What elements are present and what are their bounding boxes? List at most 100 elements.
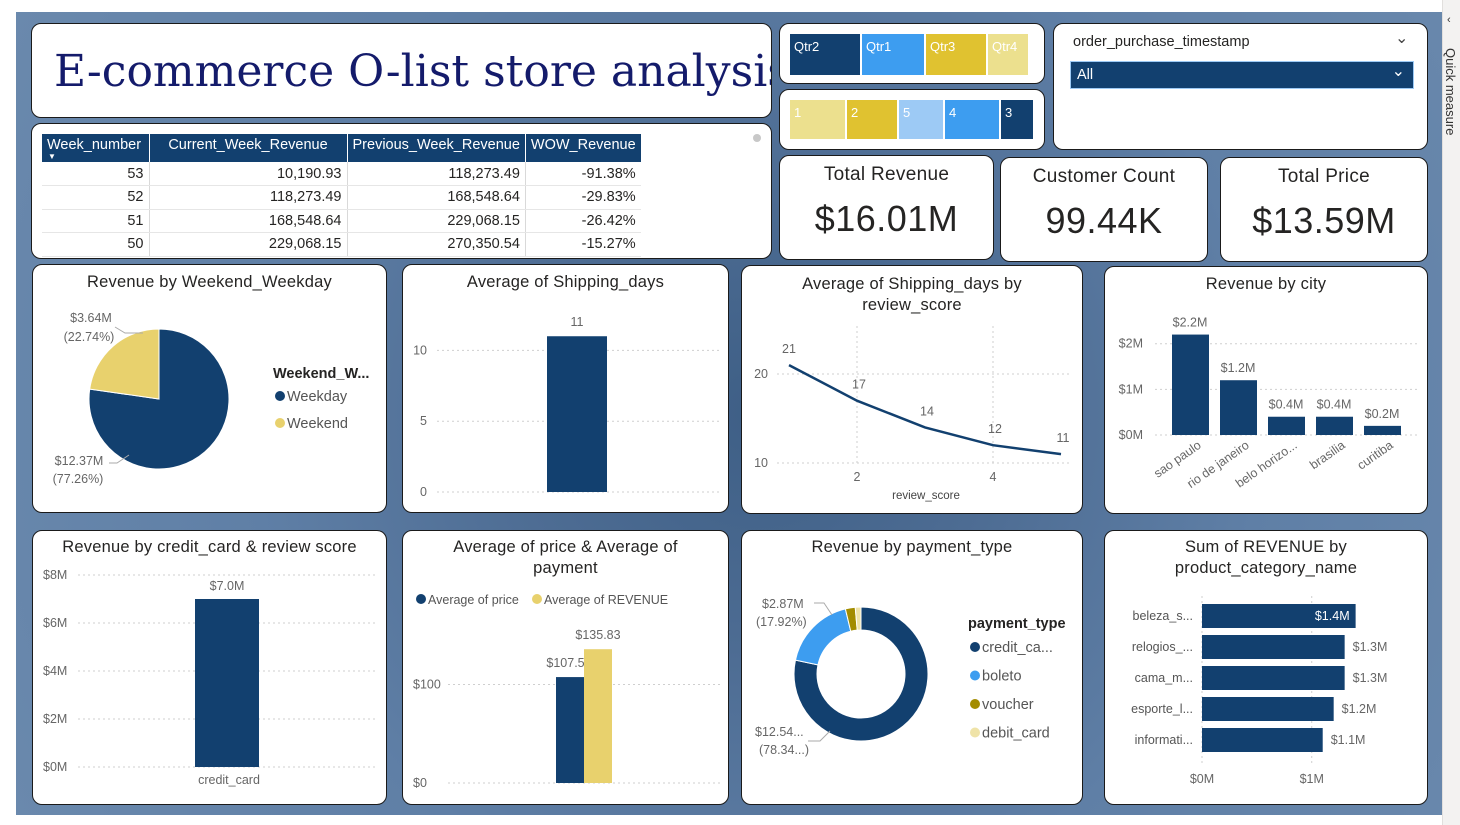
chevron-down-icon[interactable]: ⌄: [1395, 28, 1408, 48]
legend-marker: [532, 594, 542, 604]
kpi-customer-count: Customer Count 99.44K: [1000, 157, 1208, 262]
table-row[interactable]: 52 118,273.49 168,548.64 -29.83%: [42, 185, 641, 210]
quick-measure-label: Quick measure: [1443, 48, 1458, 136]
slicer-tile[interactable]: 5: [899, 100, 943, 139]
column-header-week-number[interactable]: Week_number ▼: [42, 134, 150, 162]
y-tick-label: esporte_l...: [1131, 702, 1193, 716]
collapse-panel-icon[interactable]: ‹: [1447, 14, 1451, 26]
bar[interactable]: [1202, 666, 1345, 690]
data-label: 21: [782, 342, 796, 356]
bar[interactable]: [1316, 416, 1353, 435]
y-tick-label: beleza_s...: [1133, 609, 1193, 623]
bar[interactable]: [1364, 425, 1401, 435]
chevron-down-icon: ⌄: [1391, 63, 1405, 80]
review-score-slicer-card: 12543: [779, 89, 1045, 150]
slicer-tile[interactable]: Qtr2: [790, 34, 860, 75]
x-tick-label: $0M: [1190, 772, 1214, 786]
x-tick-label: credit_card: [198, 773, 260, 787]
data-label: $1.3M: [1353, 640, 1388, 654]
legend-marker: [275, 391, 285, 401]
shipping-by-score-chart[interactable]: Average of Shipping_days by review_score…: [741, 265, 1083, 514]
bar[interactable]: [1172, 334, 1209, 435]
table-cell: 10,190.93: [149, 162, 348, 186]
slicer-tile[interactable]: 1: [790, 100, 845, 139]
table-row[interactable]: 51 168,548.64 229,068.15 -26.42%: [42, 209, 641, 233]
week-revenue-table: Week_number ▼ Current_Week_Revenue Previo…: [42, 134, 641, 257]
y-tick-label: $2M: [43, 712, 67, 726]
bar[interactable]: [1268, 416, 1305, 435]
legend-item: voucher: [982, 697, 1034, 713]
bar[interactable]: [556, 677, 584, 783]
quarter-slicer-card: Qtr2 Qtr1 Qtr3 Qtr4: [779, 23, 1045, 84]
legend-marker: [970, 727, 980, 738]
legend-item: Average of REVENUE: [544, 593, 668, 607]
kpi-total-price: Total Price $13.59M: [1220, 157, 1428, 262]
y-tick-label: 5: [420, 414, 427, 428]
data-label: $0.4M: [1269, 398, 1304, 412]
y-tick-label: informati...: [1135, 733, 1193, 747]
x-tick-label: 2: [854, 470, 861, 484]
bar[interactable]: [1202, 728, 1323, 752]
data-label: $12.37M: [55, 454, 104, 468]
data-label: 11: [1057, 431, 1070, 445]
y-tick-label: $0M: [43, 760, 67, 774]
kpi-value: $16.01M: [814, 198, 959, 239]
column-header-previous-week-revenue[interactable]: Previous_Week_Revenue: [347, 134, 526, 162]
sort-desc-icon[interactable]: ▼: [48, 152, 56, 161]
y-tick-label: $0M: [1119, 428, 1143, 442]
weekend-weekday-chart[interactable]: Revenue by Weekend_Weekday $3.64M (22.74%…: [32, 264, 387, 513]
data-label: $0.4M: [1317, 398, 1352, 412]
slicer-tile[interactable]: Qtr4: [988, 34, 1028, 75]
data-label: (78.34...): [759, 743, 809, 757]
bar[interactable]: [547, 336, 607, 492]
bar[interactable]: [1220, 380, 1257, 435]
bar[interactable]: [195, 599, 259, 767]
legend-item: Weekday: [287, 389, 348, 405]
data-label: $2.87M: [762, 597, 804, 611]
table-cell: 168,548.64: [347, 185, 526, 210]
category-revenue-chart[interactable]: Sum of REVENUE by product_category_name …: [1104, 530, 1428, 805]
data-label: 14: [920, 404, 934, 418]
data-label: $1.1M: [1331, 733, 1366, 747]
bar[interactable]: [584, 649, 612, 783]
x-tick-label: $1M: [1300, 772, 1324, 786]
table-cell: 52: [42, 185, 150, 210]
x-axis-title: review_score: [892, 490, 960, 502]
y-tick-label: cama_m...: [1135, 671, 1193, 685]
legend-title: Weekend_W...: [273, 366, 369, 382]
scrollbar[interactable]: [753, 134, 761, 142]
kpi-title: Total Revenue: [823, 164, 950, 185]
slicer-tile[interactable]: 3: [1001, 100, 1033, 139]
data-label: (77.26%): [53, 472, 104, 486]
column-header-current-week-revenue[interactable]: Current_Week_Revenue: [149, 134, 348, 162]
slicer-tile[interactable]: Qtr1: [862, 34, 924, 75]
table-cell: 118,273.49: [149, 185, 348, 210]
table-cell: -26.42%: [525, 209, 641, 233]
table-cell: 270,350.54: [347, 232, 526, 257]
table-row[interactable]: 50 229,068.15 270,350.54 -15.27%: [42, 232, 641, 257]
data-label: $3.64M: [70, 311, 112, 325]
bar[interactable]: [1202, 697, 1334, 721]
table-cell: 229,068.15: [149, 232, 348, 257]
price-payment-chart[interactable]: Average of price & Average of payment Av…: [402, 530, 729, 805]
shipping-days-chart[interactable]: Average of Shipping_days 0 5 10 11: [402, 264, 729, 513]
legend-item: debit_card: [982, 726, 1050, 742]
revenue-by-city-chart[interactable]: Revenue by city $0M $1M $2M $2.2M sao paulo $…: [1104, 266, 1428, 514]
y-tick-label: 10: [754, 456, 768, 470]
slicer-tile[interactable]: Qtr3: [926, 34, 986, 75]
quick-measure-panel[interactable]: ‹ Quick measure: [1442, 0, 1460, 825]
data-label: $1.3M: [1353, 671, 1388, 685]
table-cell: 229,068.15: [347, 209, 526, 233]
y-tick-label: $4M: [43, 664, 67, 678]
payment-type-chart[interactable]: Revenue by payment_type $2.87M (17.92%) $1…: [741, 530, 1083, 805]
slicer-tile[interactable]: 4: [945, 100, 999, 139]
data-label: $12.54...: [755, 725, 804, 739]
bar[interactable]: [1202, 635, 1345, 659]
column-header-wow-revenue[interactable]: WOW_Revenue: [525, 134, 641, 162]
data-label: $1.2M: [1221, 361, 1256, 375]
table-row[interactable]: 53 10,190.93 118,273.49 -91.38%: [42, 162, 641, 186]
date-filter-dropdown[interactable]: All ⌄: [1070, 61, 1414, 89]
credit-card-chart[interactable]: Revenue by credit_card & review score $0…: [32, 530, 387, 805]
slicer-tile[interactable]: 2: [847, 100, 897, 139]
legend-marker: [970, 699, 980, 709]
